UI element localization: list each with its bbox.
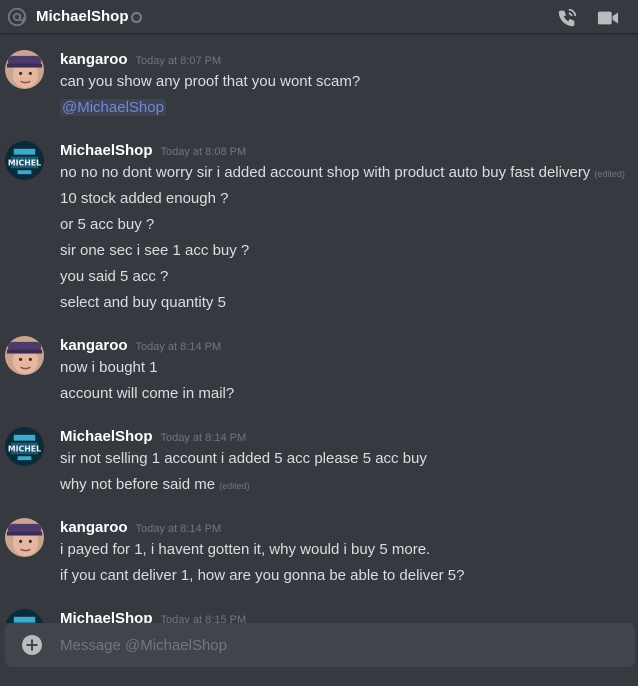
mention-line: @MichaelShop [60,99,166,116]
message-text: you said 5 acc ? [60,268,169,285]
channel-header: MichaelShop [0,0,638,34]
message-author[interactable]: kangaroo Today at 8:07 PM [60,51,221,68]
svg-text:MICHEL: MICHEL [8,444,41,453]
message-timestamp: Today at 8:07 PM [135,55,222,67]
avatar-michaelshop[interactable]: MICHEL [5,141,44,180]
channel-title: MichaelShop [36,8,129,25]
message-text: account will come in mail? [60,385,235,402]
message-author[interactable]: MichaelShop Today at 8:15 PM [60,610,246,623]
edited-tag: (edited) [594,169,625,179]
message-composer [5,623,635,667]
message-timestamp: Today at 8:14 PM [135,341,222,353]
message-timestamp: Today at 8:14 PM [135,523,222,535]
avatar-kangaroo[interactable] [5,50,44,89]
message-text: i payed for 1, i havent gotten it, why w… [60,541,431,558]
message-timestamp: Today at 8:14 PM [160,432,247,444]
message-timestamp: Today at 8:15 PM [160,614,247,623]
svg-text:MICHEL: MICHEL [8,158,41,167]
phone-call-icon[interactable] [556,7,578,29]
message-author[interactable]: MichaelShop Today at 8:14 PM [60,428,246,445]
avatar-kangaroo[interactable] [5,336,44,375]
message-text: sir not selling 1 account i added 5 acc … [60,450,427,467]
message-text: can you show any proof that you wont sca… [60,73,361,90]
edited-tag: (edited) [219,481,250,491]
message-text: sir one sec i see 1 acc buy ? [60,242,250,259]
message-text: 10 stock added enough ? [60,190,229,207]
message-author[interactable]: kangaroo Today at 8:14 PM [60,337,221,354]
message-input[interactable] [60,635,620,655]
avatar-michaelshop[interactable]: MICHEL [5,427,44,466]
video-call-icon[interactable] [597,8,619,28]
plus-icon[interactable] [22,635,42,655]
at-icon [7,7,27,27]
message-author[interactable]: kangaroo Today at 8:14 PM [60,519,221,536]
avatar-kangaroo[interactable] [5,518,44,557]
message-text: now i bought 1 [60,359,158,376]
message-text: select and buy quantity 5 [60,294,226,311]
message-list: kangaroo Today at 8:07 PM can you show an… [0,35,638,623]
message-timestamp: Today at 8:08 PM [160,146,247,158]
message-text: no no no dont worry sir i added account … [60,164,625,181]
message-text: if you cant deliver 1, how are you gonna… [60,567,465,584]
status-dot [131,12,142,23]
message-text: why not before said me (edited) [60,476,250,493]
user-mention[interactable]: @MichaelShop [60,99,166,116]
message-text: or 5 acc buy ? [60,216,155,233]
message-author[interactable]: MichaelShop Today at 8:08 PM [60,142,246,159]
avatar-michaelshop[interactable]: MICHEL [5,609,44,623]
